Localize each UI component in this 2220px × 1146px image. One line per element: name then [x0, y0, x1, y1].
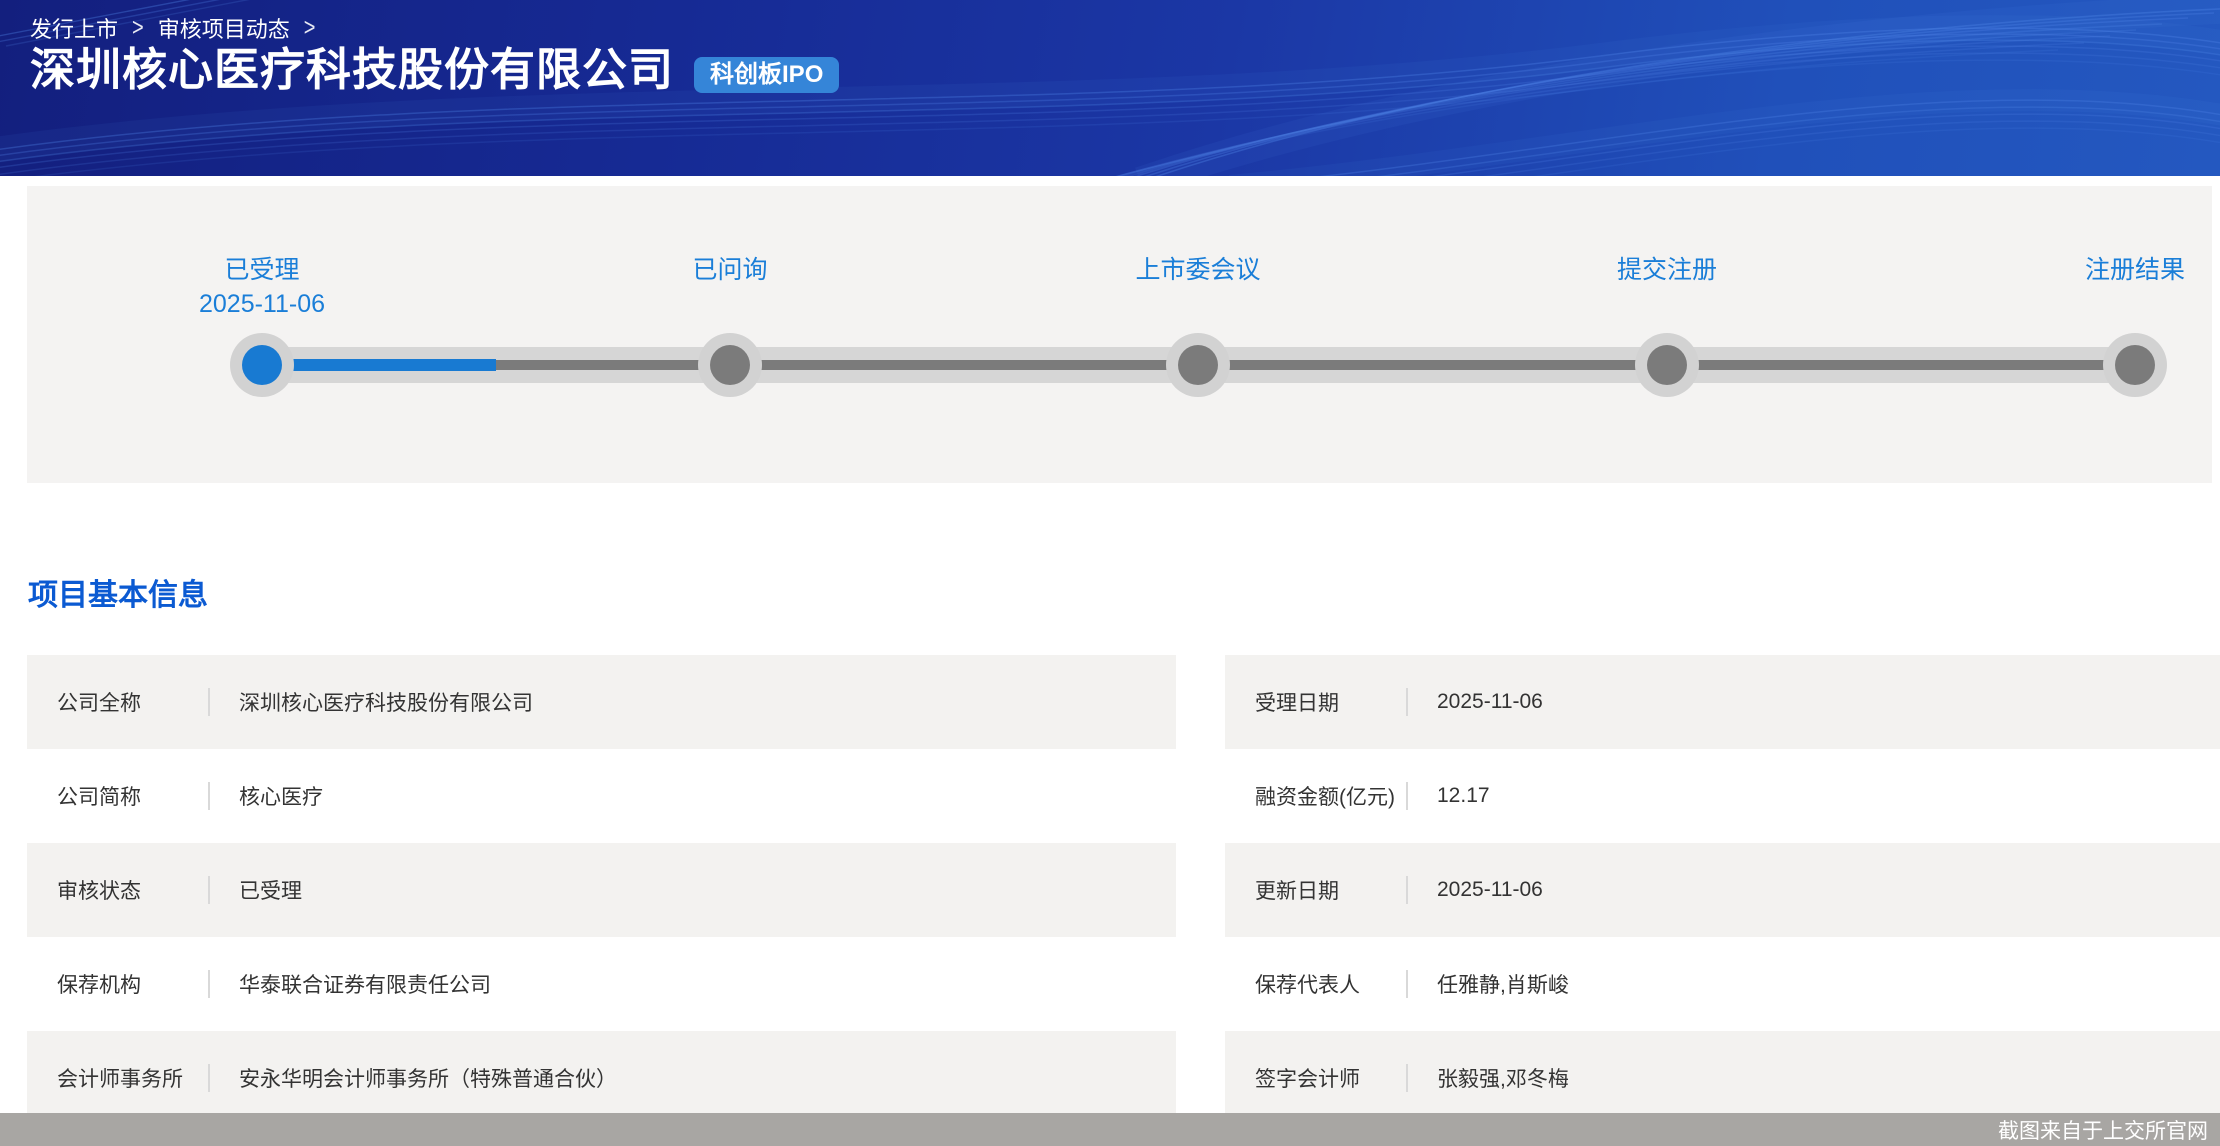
row-label: 公司全称: [27, 687, 208, 717]
page: 发行上市 > 审核项目动态 > 深圳核心医疗科技股份有限公司 科创板IPO 已受…: [0, 0, 2220, 1146]
table-row-acceptance-date: 受理日期 2025-11-06: [1225, 655, 2220, 749]
row-label: 保荐机构: [27, 969, 208, 999]
row-label: 审核状态: [27, 875, 208, 905]
table-row-signing-accountants: 签字会计师 张毅强,邓冬梅: [1225, 1031, 2220, 1125]
table-row-accounting-firm: 会计师事务所 安永华明会计师事务所（特殊普通合伙）: [27, 1031, 1176, 1125]
row-value: 核心医疗: [210, 781, 323, 811]
timeline-stage-label-registered: 注册结果: [1975, 255, 2220, 285]
timeline-dot-submitted: [1635, 333, 1699, 397]
timeline-stage-label-committee: 上市委会议: [1038, 255, 1358, 285]
row-value: 安永华明会计师事务所（特殊普通合伙）: [210, 1063, 617, 1093]
title-row: 深圳核心医疗科技股份有限公司 科创板IPO: [30, 44, 839, 96]
row-label: 受理日期: [1225, 687, 1406, 717]
row-value: 张毅强,邓冬梅: [1408, 1063, 1569, 1093]
info-table-right-column: 受理日期 2025-11-06 融资金额(亿元) 12.17 更新日期 2025…: [1225, 655, 2220, 1125]
row-label: 保荐代表人: [1225, 969, 1406, 999]
watermark-text: 截图来自于上交所官网: [1998, 1115, 2208, 1145]
row-label: 更新日期: [1225, 875, 1406, 905]
table-row-company-full-name: 公司全称 深圳核心医疗科技股份有限公司: [27, 655, 1176, 749]
table-row-review-status: 审核状态 已受理: [27, 843, 1176, 937]
breadcrumb-separator-icon: >: [132, 14, 144, 43]
page-title: 深圳核心医疗科技股份有限公司: [30, 44, 674, 96]
timeline-stage-label-inquired: 已问询: [570, 255, 890, 285]
row-label: 会计师事务所: [27, 1063, 208, 1093]
timeline-stage-label-submitted: 提交注册: [1507, 255, 1827, 285]
row-label: 签字会计师: [1225, 1063, 1406, 1093]
breadcrumb-item-listing[interactable]: 发行上市: [30, 12, 118, 44]
row-value: 已受理: [210, 875, 302, 905]
row-value: 12.17: [1408, 784, 1490, 808]
breadcrumb-separator-icon: >: [304, 14, 316, 43]
table-row-company-short-name: 公司简称 核心医疗: [27, 749, 1176, 843]
timeline-stage-label-accepted: 已受理: [102, 255, 422, 285]
breadcrumb: 发行上市 > 审核项目动态 >: [30, 12, 315, 44]
timeline-dot-accepted: [230, 333, 294, 397]
timeline-progress-bar: [262, 359, 496, 371]
row-value: 任雅静,肖斯峻: [1408, 969, 1569, 999]
board-badge: 科创板IPO: [694, 57, 839, 93]
review-timeline-panel: 已受理 2025-11-06 已问询 上市委会议 提交注册 注册结果: [27, 186, 2212, 483]
row-label: 公司简称: [27, 781, 208, 811]
breadcrumb-item-review-dynamics[interactable]: 审核项目动态: [158, 12, 290, 44]
table-row-sponsor: 保荐机构 华泰联合证券有限责任公司: [27, 937, 1176, 1031]
timeline-dot-committee: [1166, 333, 1230, 397]
row-label: 融资金额(亿元): [1225, 781, 1406, 811]
row-value: 2025-11-06: [1408, 878, 1543, 902]
timeline-dot-registered: [2103, 333, 2167, 397]
row-value: 华泰联合证券有限责任公司: [210, 969, 491, 999]
info-table-left-column: 公司全称 深圳核心医疗科技股份有限公司 公司简称 核心医疗 审核状态 已受理 保…: [27, 655, 1176, 1125]
table-row-update-date: 更新日期 2025-11-06: [1225, 843, 2220, 937]
footer-watermark-bar: 截图来自于上交所官网: [0, 1113, 2220, 1146]
section-title-basic-info: 项目基本信息: [28, 570, 208, 614]
page-header: 发行上市 > 审核项目动态 > 深圳核心医疗科技股份有限公司 科创板IPO: [0, 0, 2220, 176]
row-value: 深圳核心医疗科技股份有限公司: [210, 687, 533, 717]
timeline-dot-inquired: [698, 333, 762, 397]
table-row-financing-amount: 融资金额(亿元) 12.17: [1225, 749, 2220, 843]
table-row-sponsor-representatives: 保荐代表人 任雅静,肖斯峻: [1225, 937, 2220, 1031]
timeline-stage-date-accepted: 2025-11-06: [102, 289, 422, 319]
row-value: 2025-11-06: [1408, 690, 1543, 714]
